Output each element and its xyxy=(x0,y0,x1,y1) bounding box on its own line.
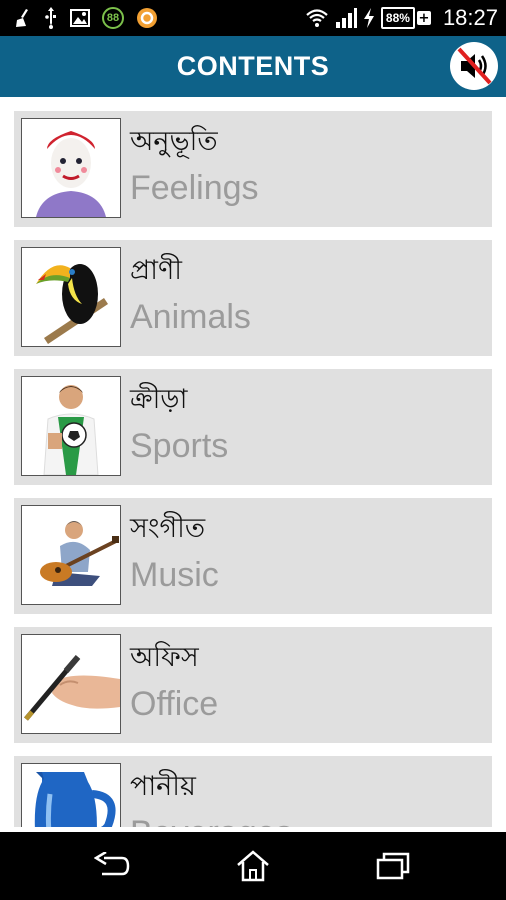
category-english-label: Office xyxy=(130,685,219,723)
battery-indicator: 88% + xyxy=(380,7,431,29)
speaker-muted-icon[interactable] xyxy=(450,42,498,90)
list-item-office[interactable]: অফিস Office xyxy=(14,627,492,743)
category-native-label: পানীয় xyxy=(130,771,196,802)
app-bar: CONTENTS xyxy=(0,36,506,97)
battery-plus-icon: + xyxy=(416,10,431,26)
orange-app-icon xyxy=(136,7,158,29)
list-item-music[interactable]: সংগীত Music xyxy=(14,498,492,614)
category-native-label: অফিস xyxy=(130,642,199,673)
list-item-sports[interactable]: ক্রীড়া Sports xyxy=(14,369,492,485)
battery-88-badge-icon: 88 xyxy=(102,7,124,29)
notification-icons: 88 xyxy=(14,6,158,30)
clock: 18:27 xyxy=(442,5,498,30)
blue-jug-icon xyxy=(21,763,121,827)
category-native-label: সংগীত xyxy=(130,513,206,544)
category-native-label: অনুভূতি xyxy=(130,126,218,157)
category-english-label: Animals xyxy=(130,298,251,336)
page-title: CONTENTS xyxy=(176,51,330,81)
usb-icon xyxy=(44,7,58,29)
hand-pen-icon xyxy=(21,634,121,734)
home-icon[interactable] xyxy=(233,846,273,886)
charging-bolt-icon xyxy=(363,8,375,28)
wifi-icon xyxy=(305,8,329,28)
image-icon xyxy=(70,9,90,27)
category-native-label: প্রাণী xyxy=(130,255,183,286)
signal-icon xyxy=(335,8,357,28)
category-english-label: Sports xyxy=(130,427,229,465)
list-item-feelings[interactable]: অনুভূতি Feelings xyxy=(14,111,492,227)
recent-apps-icon[interactable] xyxy=(373,846,413,886)
list-item-animals[interactable]: প্রাণী Animals xyxy=(14,240,492,356)
list-item-beverages[interactable]: পানীয় Beverages xyxy=(14,756,492,827)
system-status-icons: 88% + 18:27 xyxy=(305,5,498,30)
soccer-player-icon xyxy=(21,376,121,476)
guitar-player-icon xyxy=(21,505,121,605)
category-native-label: ক্রীড়া xyxy=(130,384,188,415)
back-icon[interactable] xyxy=(92,846,132,886)
category-english-label: Beverages xyxy=(130,814,293,827)
status-bar: 88 88% + 18:27 xyxy=(0,0,506,36)
category-english-label: Feelings xyxy=(130,169,259,207)
mime-face-icon xyxy=(21,118,121,218)
category-list[interactable]: অনুভূতি Feelings প্রাণী Animals ক্রীড়া … xyxy=(0,97,506,827)
toucan-icon xyxy=(21,247,121,347)
battery-percent: 88% xyxy=(380,7,415,29)
category-english-label: Music xyxy=(130,556,219,594)
navigation-bar xyxy=(0,832,506,900)
broom-icon xyxy=(14,8,32,28)
